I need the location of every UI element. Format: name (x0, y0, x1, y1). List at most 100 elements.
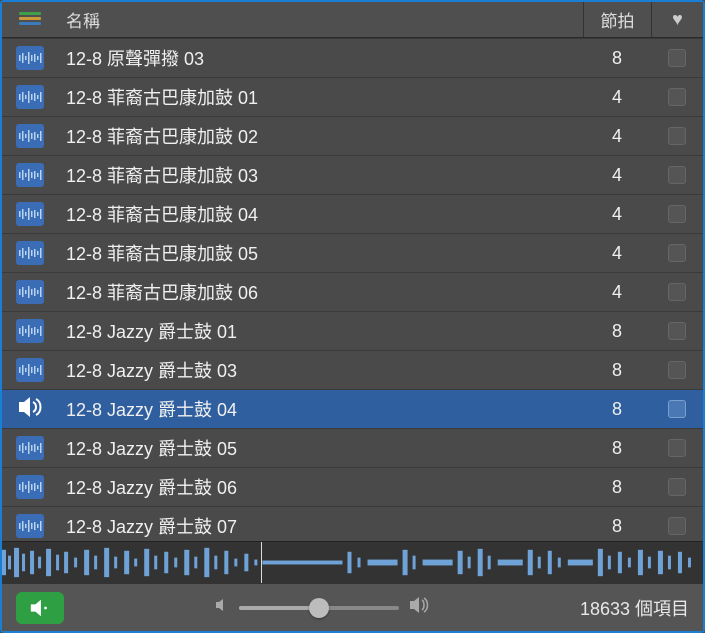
row-icon-cell (2, 202, 58, 226)
loop-name-label: 12-8 菲裔古巴康加鼓 05 (58, 240, 583, 266)
preview-play-button[interactable] (16, 592, 64, 624)
footer-bar: 18633 個項目 (2, 583, 703, 631)
loop-name-label: 12-8 菲裔古巴康加鼓 03 (58, 162, 583, 188)
favorite-cell[interactable] (651, 351, 703, 389)
favorite-checkbox[interactable] (668, 283, 686, 301)
favorite-cell[interactable] (651, 39, 703, 77)
volume-high-icon (409, 597, 429, 618)
favorite-cell[interactable] (651, 273, 703, 311)
row-icon-cell (2, 319, 58, 343)
view-mode-toggle[interactable] (2, 12, 58, 28)
loop-name-label: 12-8 菲裔古巴康加鼓 01 (58, 84, 583, 110)
loop-name-label: 12-8 Jazzy 爵士鼓 04 (58, 396, 583, 422)
table-row[interactable]: 12-8 Jazzy 爵士鼓 06 8 (2, 467, 703, 506)
loop-name-label: 12-8 菲裔古巴康加鼓 06 (58, 279, 583, 305)
loop-beats-value: 4 (583, 78, 651, 116)
loop-beats-value: 8 (583, 39, 651, 77)
loop-name-label: 12-8 原聲彈撥 03 (58, 45, 583, 71)
loop-beats-value: 8 (583, 429, 651, 467)
audio-loop-icon (16, 124, 44, 148)
playhead-marker[interactable] (261, 542, 262, 583)
favorite-cell[interactable] (651, 117, 703, 155)
row-icon-cell (2, 163, 58, 187)
loop-name-label: 12-8 Jazzy 爵士鼓 07 (58, 513, 583, 539)
loop-name-label: 12-8 Jazzy 爵士鼓 05 (58, 435, 583, 461)
column-header-favorite[interactable]: ♥ (651, 2, 703, 37)
volume-low-icon (215, 598, 229, 617)
table-row[interactable]: 12-8 Jazzy 爵士鼓 07 8 (2, 506, 703, 541)
speaker-icon (29, 599, 51, 617)
favorite-cell[interactable] (651, 312, 703, 350)
loop-name-label: 12-8 菲裔古巴康加鼓 02 (58, 123, 583, 149)
favorite-checkbox[interactable] (668, 88, 686, 106)
table-row[interactable]: 12-8 菲裔古巴康加鼓 05 4 (2, 233, 703, 272)
column-header-beats[interactable]: 節拍 (583, 2, 651, 37)
favorite-cell[interactable] (651, 234, 703, 272)
table-row[interactable]: 12-8 菲裔古巴康加鼓 02 4 (2, 116, 703, 155)
audio-loop-icon (16, 436, 44, 460)
favorite-cell[interactable] (651, 156, 703, 194)
favorite-checkbox[interactable] (668, 517, 686, 535)
row-icon-cell (2, 241, 58, 265)
loop-beats-value: 8 (583, 351, 651, 389)
now-playing-icon (17, 397, 43, 422)
audio-loop-icon (16, 85, 44, 109)
loop-name-label: 12-8 菲裔古巴康加鼓 04 (58, 201, 583, 227)
volume-slider-fill (239, 606, 319, 610)
row-icon-cell (2, 475, 58, 499)
list-icon (19, 12, 41, 28)
loop-beats-value: 4 (583, 273, 651, 311)
favorite-checkbox[interactable] (668, 166, 686, 184)
audio-loop-icon (16, 163, 44, 187)
loop-beats-value: 8 (583, 312, 651, 350)
favorite-checkbox[interactable] (668, 127, 686, 145)
favorite-checkbox[interactable] (668, 361, 686, 379)
table-row[interactable]: 12-8 菲裔古巴康加鼓 06 4 (2, 272, 703, 311)
audio-loop-icon (16, 358, 44, 382)
loop-beats-value: 4 (583, 117, 651, 155)
table-header: 名稱 節拍 ♥ (2, 2, 703, 38)
favorite-cell[interactable] (651, 507, 703, 541)
row-icon-cell (2, 85, 58, 109)
row-icon-cell (2, 46, 58, 70)
favorite-cell[interactable] (651, 78, 703, 116)
heart-icon: ♥ (672, 9, 683, 30)
favorite-checkbox[interactable] (668, 439, 686, 457)
favorite-checkbox[interactable] (668, 244, 686, 262)
favorite-cell[interactable] (651, 195, 703, 233)
loop-name-label: 12-8 Jazzy 爵士鼓 03 (58, 357, 583, 383)
table-row[interactable]: 12-8 菲裔古巴康加鼓 03 4 (2, 155, 703, 194)
favorite-cell[interactable] (651, 429, 703, 467)
audio-loop-icon (16, 241, 44, 265)
favorite-checkbox[interactable] (668, 322, 686, 340)
loop-beats-value: 8 (583, 468, 651, 506)
loop-name-label: 12-8 Jazzy 爵士鼓 01 (58, 318, 583, 344)
favorite-checkbox[interactable] (668, 205, 686, 223)
volume-slider[interactable] (239, 606, 399, 610)
table-row[interactable]: 12-8 菲裔古巴康加鼓 01 4 (2, 77, 703, 116)
favorite-cell[interactable] (651, 390, 703, 428)
favorite-checkbox[interactable] (668, 478, 686, 496)
table-row[interactable]: 12-8 Jazzy 爵士鼓 03 8 (2, 350, 703, 389)
audio-loop-icon (16, 202, 44, 226)
waveform-preview[interactable] (2, 541, 703, 583)
table-row[interactable]: 12-8 菲裔古巴康加鼓 04 4 (2, 194, 703, 233)
favorite-checkbox[interactable] (668, 49, 686, 67)
table-row[interactable]: 12-8 原聲彈撥 03 8 (2, 38, 703, 77)
audio-loop-icon (16, 475, 44, 499)
audio-loop-icon (16, 319, 44, 343)
item-count-label: 18633 個項目 (580, 595, 689, 621)
favorite-cell[interactable] (651, 468, 703, 506)
audio-loop-icon (16, 280, 44, 304)
row-icon-cell (2, 436, 58, 460)
volume-control (80, 597, 564, 618)
table-row[interactable]: 12-8 Jazzy 爵士鼓 04 8 (2, 389, 703, 428)
loop-beats-value: 4 (583, 234, 651, 272)
favorite-checkbox[interactable] (668, 400, 686, 418)
audio-loop-icon (16, 514, 44, 538)
table-row[interactable]: 12-8 Jazzy 爵士鼓 01 8 (2, 311, 703, 350)
table-row[interactable]: 12-8 Jazzy 爵士鼓 05 8 (2, 428, 703, 467)
loop-beats-value: 4 (583, 156, 651, 194)
volume-slider-thumb[interactable] (309, 598, 329, 618)
column-header-name[interactable]: 名稱 (58, 7, 583, 32)
